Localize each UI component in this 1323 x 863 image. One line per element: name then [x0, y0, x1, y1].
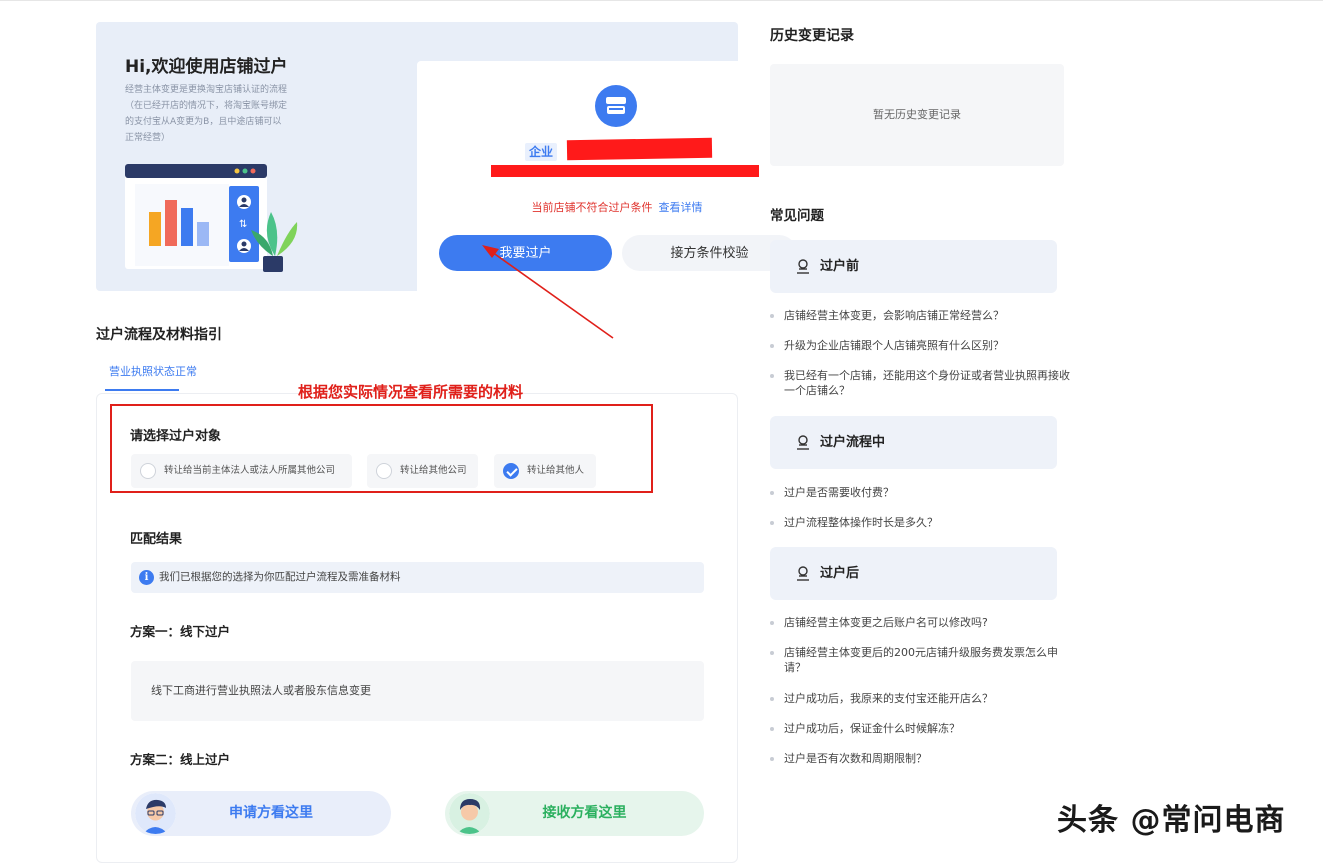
- match-result-title: 匹配结果: [130, 532, 183, 547]
- person-icon: [797, 435, 809, 450]
- plan-offline-title: 方案一：线下过户: [130, 624, 231, 639]
- option-same-owner-company[interactable]: 转让给当前主体法人或法人所属其他公司: [131, 454, 352, 488]
- person-icon: [797, 566, 809, 581]
- plan-online-title: 方案二：线上过户: [130, 752, 231, 767]
- transfer-button[interactable]: 我要过户: [439, 235, 612, 271]
- svg-text:⇅: ⇅: [239, 219, 247, 230]
- store-info-card: 企业 当前店铺不符合过户条件 查看详情 我要过户 接方条件校验: [417, 61, 817, 295]
- choose-target-title: 请选择过户对象: [130, 429, 222, 444]
- top-divider: [0, 0, 1323, 1]
- store-status-line: 当前店铺不符合过户条件 查看详情: [417, 199, 817, 215]
- match-info-bar: i 我们已根据您的选择为你匹配过户流程及需准备材料: [131, 562, 704, 593]
- faq-question[interactable]: 升级为企业店铺跟个人店铺亮照有什么区别？: [770, 338, 1070, 353]
- faq-question[interactable]: 过户成功后，保证金什么时候解冻？: [770, 721, 1070, 736]
- receiver-guide-button[interactable]: 接收方看这里: [445, 791, 704, 836]
- faq-title: 常见问题: [770, 208, 824, 224]
- faq-question[interactable]: 店铺经营主体变更后的200元店铺升级服务费发票怎么申请？: [770, 645, 1070, 675]
- faq-question[interactable]: 过户流程整体操作时长是多久？: [770, 515, 1070, 530]
- faq-question[interactable]: 我已经有一个店铺，还能用这个身份证或者营业执照再接收一个店铺么？: [770, 368, 1070, 398]
- radio-icon[interactable]: [140, 463, 156, 479]
- radio-checked-icon[interactable]: [503, 463, 519, 479]
- plan-offline-desc: 线下工商进行营业执照法人或者股东信息变更: [151, 684, 371, 697]
- faq-group-before[interactable]: 过户前: [770, 240, 1057, 293]
- status-warning-text: 当前店铺不符合过户条件: [531, 201, 653, 214]
- faq-question[interactable]: 过户是否需要收付费？: [770, 485, 1070, 500]
- faq-question[interactable]: 店铺经营主体变更，会影响店铺正常经营么？: [770, 308, 1070, 323]
- faq-question[interactable]: 过户是否有次数和周期限制？: [770, 751, 1070, 766]
- history-empty-text: 暂无历史变更记录: [873, 108, 961, 121]
- tab-license-normal[interactable]: 营业执照状态正常: [109, 363, 197, 379]
- applicant-guide-button[interactable]: 申请方看这里: [131, 791, 391, 836]
- store-icon: [595, 85, 637, 127]
- view-details-link[interactable]: 查看详情: [659, 201, 703, 214]
- hero-banner: Hi,欢迎使用店铺过户 经营主体变更是更换淘宝店铺认证的流程（在已经开店的情况下…: [96, 22, 817, 295]
- radio-icon[interactable]: [376, 463, 392, 479]
- transfer-illustration-icon: ⇅: [125, 164, 298, 272]
- redacted-store-details: [491, 165, 759, 177]
- option-other-person[interactable]: 转让给其他人: [494, 454, 596, 488]
- redacted-store-name: [566, 137, 713, 161]
- applicant-guide-label: 申请方看这里: [229, 805, 313, 821]
- plan-offline-box: 线下工商进行营业执照法人或者股东信息变更: [131, 661, 704, 721]
- history-panel: 暂无历史变更记录: [770, 64, 1064, 166]
- info-icon: i: [139, 570, 154, 585]
- hero-title: Hi,欢迎使用店铺过户: [125, 57, 288, 77]
- faq-question[interactable]: 过户成功后，我原来的支付宝还能开店么？: [770, 691, 1070, 706]
- tab-active-indicator: [105, 389, 179, 391]
- faq-question[interactable]: 店铺经营主体变更之后账户名可以修改吗?: [770, 615, 1070, 630]
- faq-group-during[interactable]: 过户流程中: [770, 416, 1057, 469]
- person-icon: [797, 259, 809, 274]
- option-other-company[interactable]: 转让给其他公司: [367, 454, 478, 488]
- faq-group-after[interactable]: 过户后: [770, 547, 1057, 600]
- flow-section-title: 过户流程及材料指引: [96, 327, 222, 343]
- annotation-text: 根据您实际情况查看所需要的材料: [298, 383, 524, 401]
- watermark-text: 头条 @常问电商: [1057, 803, 1286, 838]
- receiver-guide-label: 接收方看这里: [542, 805, 627, 821]
- store-type-badge: 企业: [525, 143, 558, 161]
- match-info-text: 我们已根据您的选择为你匹配过户流程及需准备材料: [159, 571, 401, 583]
- hero-description: 经营主体变更是更换淘宝店铺认证的流程（在已经开店的情况下，将淘宝账号绑定的支付宝…: [125, 85, 288, 143]
- history-title: 历史变更记录: [770, 28, 854, 44]
